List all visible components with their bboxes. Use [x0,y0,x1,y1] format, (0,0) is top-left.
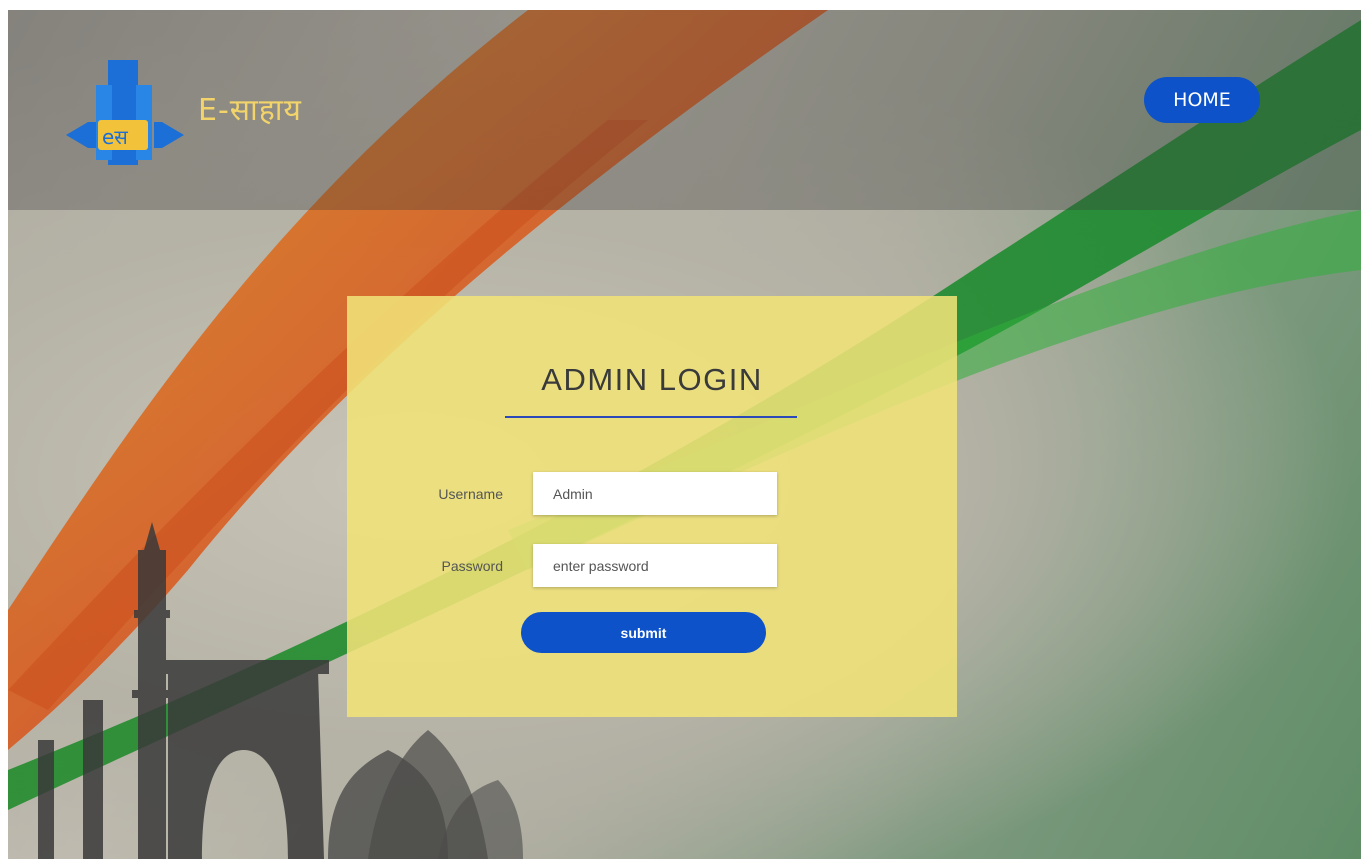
e-sahay-logo-icon: eस [66,60,184,165]
svg-text:eस: eस [102,125,128,149]
username-input[interactable] [533,472,777,515]
home-button[interactable]: HOME [1144,77,1260,123]
username-label: Username [438,486,503,502]
password-label: Password [441,558,503,574]
login-card: ADMIN LOGIN Username Password submit [347,296,957,717]
page-background: eस E-साहाय HOME ADMIN LOGIN Username Pas… [8,10,1361,859]
login-title: ADMIN LOGIN [541,362,763,397]
brand-name: E-साहाय [198,93,302,128]
submit-button[interactable]: submit [521,612,766,653]
password-input[interactable] [533,544,777,587]
title-underline [505,416,797,418]
